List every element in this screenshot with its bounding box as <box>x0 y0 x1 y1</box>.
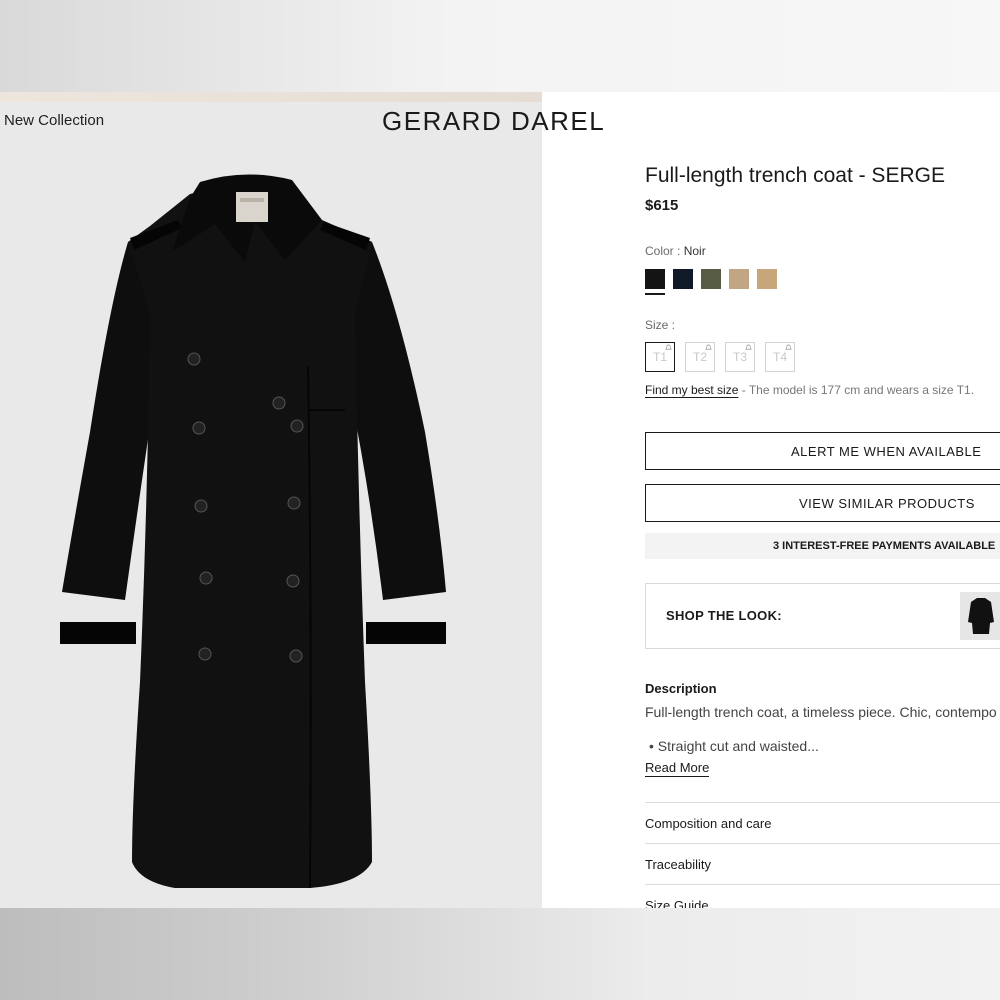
bell-icon <box>785 344 792 350</box>
swatch-olive[interactable] <box>701 269 721 289</box>
swatch-beige[interactable] <box>729 269 749 289</box>
swatch-navy[interactable] <box>673 269 693 289</box>
product-price: $615 <box>645 197 679 214</box>
coat-left-sleeve <box>62 232 155 600</box>
bell-icon <box>705 344 712 350</box>
color-label: Color : <box>645 244 681 258</box>
size-options: T1 T2 T3 T4 <box>645 342 795 372</box>
accordion-composition-care[interactable]: Composition and care <box>645 802 1000 831</box>
accordion-size-guide[interactable]: Size Guide <box>645 884 1000 908</box>
size-option-label: T4 <box>772 350 787 364</box>
bell-icon <box>745 344 752 350</box>
view-similar-products-button[interactable]: VIEW SIMILAR PRODUCTS <box>645 484 1000 522</box>
read-more-link[interactable]: Read More <box>645 760 710 777</box>
size-label: Size : <box>645 318 676 332</box>
product-title: Full-length trench coat - SERGE <box>645 164 945 187</box>
bell-icon <box>665 344 672 350</box>
product-info-panel: Full-length trench coat - SERGE $615 Col… <box>645 92 1000 908</box>
coat-inner-label <box>236 192 268 222</box>
photo-backdrop-top <box>0 0 1000 92</box>
payments-banner: 3 INTEREST-FREE PAYMENTS AVAILABLE <box>645 533 1000 559</box>
description-text: Full-length trench coat, a timeless piec… <box>645 704 997 720</box>
size-option-t1[interactable]: T1 <box>645 342 675 372</box>
alert-when-available-button[interactable]: ALERT ME WHEN AVAILABLE <box>645 432 1000 470</box>
top-strip <box>0 92 542 102</box>
trench-coat-thumbnail-icon <box>968 598 994 634</box>
size-option-label: T1 <box>652 350 667 364</box>
trench-coat-image[interactable] <box>0 162 542 908</box>
model-size-note: - The model is 177 cm and wears a size T… <box>738 383 975 397</box>
accordion-label: Composition and care <box>645 816 772 831</box>
size-option-t2[interactable]: T2 <box>685 342 715 372</box>
shop-the-look-thumbnail[interactable] <box>960 592 1000 640</box>
color-label-line: Color : Noir <box>645 244 706 258</box>
breadcrumb-new-collection[interactable]: New Collection <box>4 112 104 129</box>
description-bullet: • Straight cut and waisted... <box>649 738 819 754</box>
coat-right-sleeve <box>350 232 446 600</box>
color-swatches <box>645 269 777 295</box>
product-image-panel: New Collection GERARD DAREL <box>0 92 604 908</box>
accordion-traceability[interactable]: Traceability <box>645 843 1000 872</box>
size-option-t4[interactable]: T4 <box>765 342 795 372</box>
shop-the-look[interactable]: SHOP THE LOOK: <box>645 583 1000 649</box>
coat-cuff-left <box>60 622 136 644</box>
size-option-t3[interactable]: T3 <box>725 342 755 372</box>
find-best-size-link[interactable]: Find my best size <box>645 383 738 397</box>
screen: New Collection GERARD DAREL Full-length … <box>0 92 1000 908</box>
coat-cuff-right <box>366 622 446 644</box>
color-value: Noir <box>683 244 706 258</box>
size-option-label: T2 <box>692 350 707 364</box>
accordion-label: Size Guide <box>645 898 709 908</box>
coat-body <box>128 186 372 888</box>
shop-the-look-label: SHOP THE LOOK: <box>666 608 782 623</box>
swatch-camel[interactable] <box>757 269 777 289</box>
brand-logo[interactable]: GERARD DAREL <box>382 106 605 137</box>
size-option-label: T3 <box>732 350 747 364</box>
photo-backdrop-bottom <box>0 908 1000 1000</box>
size-fit-line: Find my best size - The model is 177 cm … <box>645 383 974 397</box>
swatch-noir[interactable] <box>645 269 665 295</box>
accordion-label: Traceability <box>645 857 711 872</box>
description-heading: Description <box>645 681 717 696</box>
